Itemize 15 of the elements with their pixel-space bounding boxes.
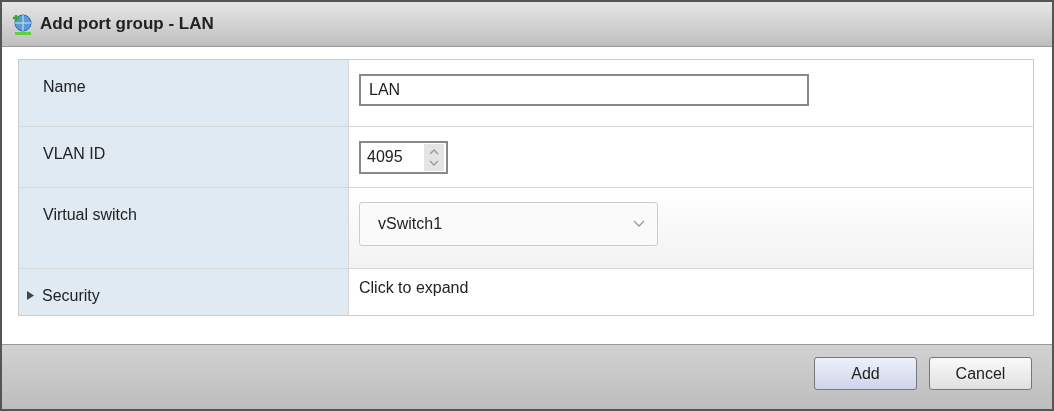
expand-triangle-icon[interactable]: [27, 290, 34, 300]
expand-hint: Click to expand: [359, 278, 469, 296]
cancel-button[interactable]: Cancel: [929, 357, 1032, 391]
spinner-icon[interactable]: [424, 143, 444, 171]
field-label: Name: [43, 77, 86, 96]
virtual-switch-dropdown[interactable]: vSwitch1: [359, 201, 658, 246]
vlan-id-spinbox[interactable]: 4095: [359, 140, 448, 174]
network-globe-icon: [10, 11, 34, 36]
window-title: Add port group - LAN: [40, 13, 214, 34]
add-button[interactable]: Add: [814, 357, 917, 391]
field-label: Security: [42, 286, 100, 305]
field-label: Virtual switch: [43, 205, 137, 224]
chevron-down-icon: [633, 219, 645, 228]
field-label: VLAN ID: [43, 144, 106, 163]
name-field[interactable]: LAN: [359, 73, 809, 106]
